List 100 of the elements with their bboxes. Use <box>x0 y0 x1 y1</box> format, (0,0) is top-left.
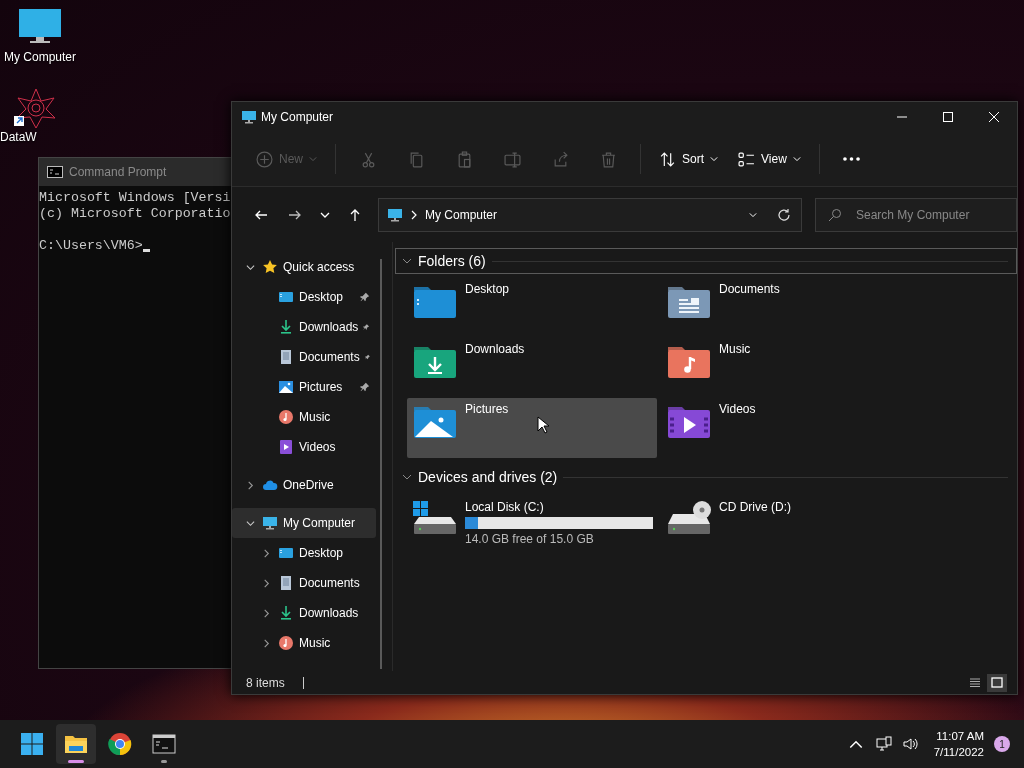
folder-tile[interactable]: Music <box>661 338 911 398</box>
pin-icon <box>364 352 370 362</box>
item-name: Music <box>719 342 751 356</box>
close-icon <box>988 111 1000 123</box>
hard-drive-icon <box>413 501 457 535</box>
picture-icon <box>278 379 294 395</box>
document-icon <box>278 575 294 591</box>
pin-icon <box>363 322 370 332</box>
console-text: Microsoft Windows [Versi <box>39 190 231 206</box>
terminal-icon <box>47 166 63 178</box>
item-name: Videos <box>719 402 756 416</box>
expanded-chevron-icon <box>402 472 412 482</box>
drive-tile[interactable]: Local Disk (C:) 14.0 GB free of 15.0 GB <box>407 494 657 552</box>
search-icon <box>828 207 842 222</box>
collapsed-chevron-icon <box>245 480 255 490</box>
monitor-icon <box>241 109 257 125</box>
sidebar-item[interactable]: My Computer <box>232 508 376 538</box>
text-cursor <box>142 249 150 252</box>
starburst-shortcut-icon <box>14 88 58 128</box>
desktop-icon <box>278 289 294 305</box>
folder-icon <box>667 285 711 319</box>
list-lines-icon <box>968 675 982 690</box>
pin-icon <box>360 292 370 302</box>
console-text: (c) Microsoft Corporatio <box>39 206 231 222</box>
desktop-icon-label[interactable]: DataW <box>0 130 37 144</box>
sidebar-item[interactable]: Videos <box>232 432 376 462</box>
search-field[interactable]: Search My Computer <box>815 197 1017 232</box>
sidebar-item[interactable]: OneDrive <box>232 470 376 500</box>
sidebar-item[interactable]: Music <box>232 628 376 658</box>
item-name: Local Disk (C:) <box>465 500 545 514</box>
document-icon <box>278 349 294 365</box>
view-button[interactable]: View <box>732 142 807 176</box>
caret-icon <box>710 156 719 162</box>
folder-tile[interactable]: Desktop <box>407 278 657 338</box>
mouse-pointer-icon <box>537 416 549 434</box>
chevron-icon <box>411 209 417 220</box>
folder-tile[interactable]: Videos <box>661 398 911 458</box>
item-name: Desktop <box>465 282 510 296</box>
folder-tile[interactable]: Documents <box>661 278 911 338</box>
sidebar-item[interactable]: Quick access <box>232 252 376 282</box>
sidebar-item[interactable]: Documents <box>232 342 376 372</box>
notification-badge[interactable]: 1 <box>994 736 1010 752</box>
cd-drive-icon <box>667 501 711 535</box>
window-title: Command Prompt <box>69 165 167 179</box>
folder-tile[interactable]: Downloads <box>407 338 657 398</box>
sidebar-item[interactable]: Downloads <box>232 598 376 628</box>
window-title: My Computer <box>261 110 334 124</box>
caret-icon <box>749 211 757 218</box>
item-count: 8 items <box>246 675 285 690</box>
item-name: CD Drive (D:) <box>719 500 791 514</box>
item-name: Documents <box>719 282 780 296</box>
free-space-text: 14.0 GB free of 15.0 GB <box>465 532 595 546</box>
folder-tile[interactable]: Pictures <box>407 398 657 458</box>
clock[interactable]: 11:07 AM 7/11/2022 <box>933 728 984 760</box>
sidebar-item[interactable]: Downloads <box>232 312 376 342</box>
refresh-icon <box>777 207 791 222</box>
sidebar-item[interactable]: Pictures <box>232 372 376 402</box>
sort-button[interactable]: Sort <box>653 142 725 176</box>
collapsed-chevron-icon <box>261 608 271 618</box>
music-note-icon <box>278 409 294 425</box>
maximize-icon <box>942 111 954 123</box>
console-prompt: C:\Users\VM6> <box>39 238 143 254</box>
monitor-icon <box>387 206 403 223</box>
star-icon <box>262 259 278 275</box>
expanded-chevron-icon <box>245 518 255 528</box>
network-icon[interactable] <box>875 736 892 752</box>
download-arrow-icon <box>278 605 294 621</box>
sidebar-item[interactable]: Desktop <box>232 282 376 312</box>
collapsed-chevron-icon <box>261 638 271 648</box>
large-icons-view-button[interactable] <box>987 673 1007 692</box>
group-header[interactable]: Devices and drives (2) <box>395 464 1017 490</box>
caret-icon <box>309 156 317 162</box>
square-icon <box>990 675 1004 690</box>
folder-icon <box>413 285 457 319</box>
desktop-icon-label[interactable]: My Computer <box>4 50 76 64</box>
drive-tile[interactable]: CD Drive (D:) <box>661 494 911 552</box>
sidebar-item[interactable]: Documents <box>232 568 376 598</box>
expanded-chevron-icon <box>245 262 255 272</box>
windows-logo-icon <box>20 732 44 756</box>
item-name: Pictures <box>465 402 509 416</box>
caret-icon <box>792 156 801 162</box>
expanded-chevron-icon <box>402 256 412 266</box>
file-explorer-button[interactable] <box>56 724 96 764</box>
group-header[interactable]: Folders (6) <box>395 248 1017 274</box>
terminal-icon <box>152 732 176 756</box>
desktop-icon <box>278 545 294 561</box>
download-arrow-icon <box>278 319 294 335</box>
pin-icon <box>360 382 370 392</box>
sidebar-item[interactable]: Desktop <box>232 538 376 568</box>
video-icon <box>278 439 294 455</box>
collapsed-chevron-icon <box>261 578 271 588</box>
monitor-icon <box>262 515 278 531</box>
up-arrow-icon <box>348 207 362 222</box>
address-bar[interactable]: My Computer <box>378 197 802 232</box>
folder-icon <box>667 405 711 439</box>
volume-icon[interactable] <box>901 736 918 752</box>
folder-icon <box>413 405 457 439</box>
sidebar-item[interactable]: Music <box>232 402 376 432</box>
music-note-icon <box>278 635 294 651</box>
browser-icon <box>108 732 132 756</box>
